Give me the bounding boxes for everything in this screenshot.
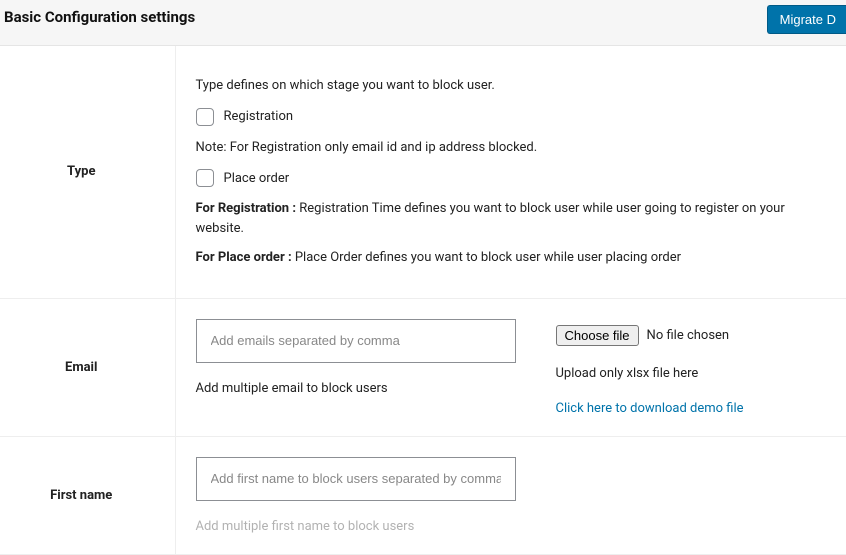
row-label-type: Type: [0, 46, 175, 298]
place-order-explain-label: For Place order :: [196, 250, 295, 265]
place-order-explain-text: Place Order defines you want to block us…: [295, 250, 681, 265]
type-intro: Type defines on which stage you want to …: [196, 76, 837, 96]
firstname-input[interactable]: [196, 457, 516, 501]
row-label-firstname: First name: [0, 436, 175, 554]
row-label-email: Email: [0, 298, 175, 436]
page-header: Basic Configuration settings Migrate D: [0, 0, 846, 46]
choose-file-button[interactable]: Choose file: [556, 325, 639, 346]
registration-note: Note: For Registration only email id and…: [196, 138, 837, 158]
registration-checkbox-label: Registration: [224, 109, 294, 124]
page-title: Basic Configuration settings: [4, 8, 195, 26]
place-order-explain: For Place order : Place Order defines yo…: [196, 248, 837, 268]
place-order-checkbox-label: Place order: [224, 171, 290, 186]
place-order-checkbox[interactable]: [196, 169, 214, 187]
email-input[interactable]: [196, 319, 516, 363]
firstname-helper: Add multiple first name to block users: [196, 519, 837, 534]
registration-explain-label: For Registration :: [196, 201, 300, 216]
registration-explain: For Registration : Registration Time def…: [196, 199, 837, 238]
upload-note: Upload only xlsx file here: [556, 366, 837, 381]
settings-table: Type Type defines on which stage you wan…: [0, 46, 846, 555]
registration-checkbox[interactable]: [196, 108, 214, 126]
download-demo-link[interactable]: Click here to download demo file: [556, 401, 744, 416]
file-chosen-status: No file chosen: [647, 328, 730, 343]
migrate-button[interactable]: Migrate D: [767, 5, 846, 34]
email-helper: Add multiple email to block users: [196, 381, 516, 396]
